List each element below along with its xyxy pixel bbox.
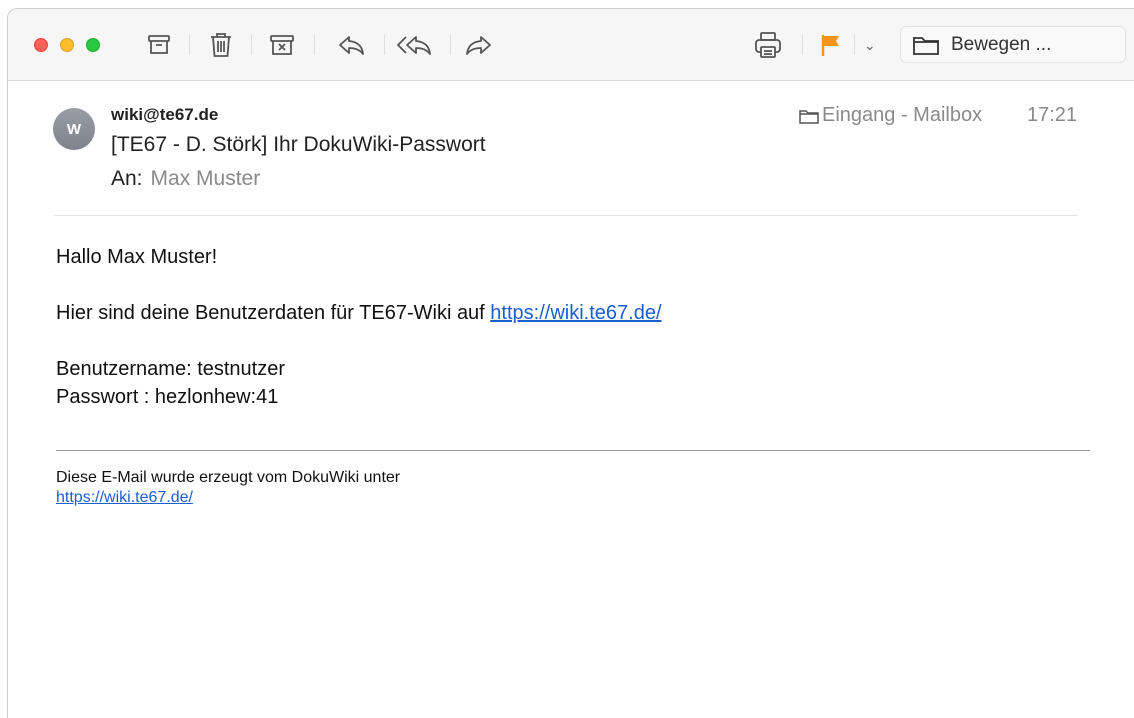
signature-divider — [56, 450, 1090, 451]
recipient-name[interactable]: Max Muster — [151, 167, 261, 190]
junk-icon — [270, 35, 294, 55]
forward-icon — [466, 36, 491, 55]
header-divider — [54, 215, 1078, 216]
forward-button[interactable] — [460, 29, 496, 61]
junk-button[interactable] — [264, 29, 300, 61]
reply-icon — [339, 36, 364, 55]
sender-address[interactable]: wiki@te67.de — [111, 105, 218, 125]
delete-button[interactable] — [204, 29, 238, 61]
folder-icon — [913, 36, 939, 55]
move-button-label: Bewegen ... — [951, 33, 1052, 55]
footer-text: Diese E-Mail wurde erzeugt vom DokuWiki … — [56, 469, 401, 486]
message-header: W wiki@te67.de [TE67 - D. Störk] Ihr Dok… — [8, 81, 1134, 217]
close-window-button[interactable] — [34, 38, 48, 52]
intro-text: Hier sind deine Benutzerdaten für TE67-W… — [56, 302, 491, 324]
password-line: Passwort : hezlonhew:41 — [56, 386, 279, 408]
print-button[interactable] — [750, 29, 786, 61]
greeting: Hallo Max Muster! — [56, 246, 218, 268]
archive-icon — [148, 35, 170, 54]
zoom-window-button[interactable] — [86, 38, 100, 52]
footer: Diese E-Mail wurde erzeugt vom DokuWiki … — [56, 468, 400, 508]
chevron-down-icon[interactable]: ⌄ — [864, 37, 876, 54]
message-time: 17:21 — [1027, 104, 1078, 126]
mail-window: ⌄ Bewegen ... W wiki@te67.de [TE67 - D. … — [7, 8, 1134, 718]
archive-button[interactable] — [142, 29, 176, 61]
flag-button[interactable] — [814, 29, 848, 61]
minimize-window-button[interactable] — [60, 38, 74, 52]
print-icon — [755, 32, 781, 58]
wiki-link[interactable]: https://wiki.te67.de/ — [490, 302, 661, 324]
trash-icon — [211, 33, 231, 57]
reply-all-icon — [397, 36, 431, 55]
intro-line: Hier sind deine Benutzerdaten für TE67-W… — [56, 302, 662, 325]
folder-icon — [799, 109, 819, 124]
username-line: Benutzername: testnutzer — [56, 358, 286, 380]
message-subject: [TE67 - D. Störk] Ihr DokuWiki-Passwort — [111, 133, 486, 156]
toolbar: ⌄ Bewegen ... — [8, 9, 1134, 81]
move-button[interactable]: Bewegen ... — [900, 26, 1126, 63]
avatar[interactable]: W — [53, 108, 95, 150]
recipient-row: An: Max Muster — [111, 167, 260, 191]
recipient-label: An: — [111, 167, 143, 190]
reply-all-button[interactable] — [394, 29, 438, 61]
flag-icon — [821, 35, 839, 56]
mailbox-location[interactable]: Eingang - Mailbox — [798, 104, 982, 127]
mailbox-name: Eingang - Mailbox — [822, 104, 983, 126]
footer-link[interactable]: https://wiki.te67.de/ — [56, 489, 193, 506]
reply-button[interactable] — [334, 29, 370, 61]
